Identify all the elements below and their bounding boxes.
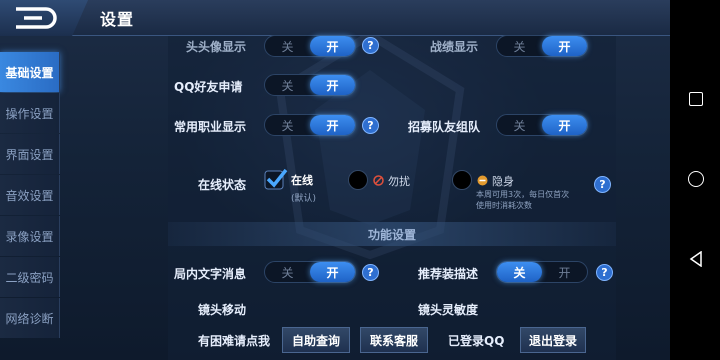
toggle-off-option[interactable]: 关	[265, 36, 310, 56]
setting-label: 招募队友组队	[408, 120, 481, 134]
back-triangle-icon[interactable]	[689, 251, 703, 267]
dnd-radio[interactable]	[348, 170, 368, 190]
toggle-off-option[interactable]: 关	[497, 262, 542, 282]
status-option-online[interactable]: 在线 (默认)	[264, 168, 324, 204]
toggle-off-option[interactable]: 关	[265, 115, 310, 135]
help-prompt-text: 有困难请点我	[198, 334, 271, 348]
invisible-status-icon	[477, 175, 488, 186]
page-title: 设置	[100, 10, 135, 29]
home-icon[interactable]	[688, 171, 704, 187]
section-title-features: 功能设置	[168, 222, 616, 246]
sidebar-item-password[interactable]: 二级密码	[0, 257, 60, 297]
setting-label: 局内文字消息	[174, 267, 247, 281]
do-not-disturb-icon	[373, 175, 384, 186]
invisible-option-label: 隐身	[492, 175, 514, 188]
battle-record-toggle[interactable]: 关 开	[496, 35, 588, 57]
sidebar-item-sound[interactable]: 音效设置	[0, 175, 60, 215]
sidebar-item-controls[interactable]: 操作设置	[0, 93, 60, 133]
toggle-on-option[interactable]: 开	[542, 262, 587, 282]
toggle-on-option[interactable]: 开	[310, 115, 355, 135]
online-default-tag: (默认)	[291, 194, 317, 204]
toggle-on-option[interactable]: 开	[542, 115, 587, 135]
logged-in-text: 已登录QQ	[448, 334, 505, 348]
toggle-on-option[interactable]: 开	[310, 262, 355, 282]
system-nav-bar	[670, 0, 720, 360]
sidebar-item-interface[interactable]: 界面设置	[0, 134, 60, 174]
setting-label: 常用职业显示	[174, 120, 247, 134]
sidebar-item-network[interactable]: 网络诊断	[0, 298, 60, 338]
setting-label: QQ好友申请	[174, 80, 243, 94]
back-button[interactable]	[0, 0, 88, 36]
help-icon[interactable]: ?	[362, 264, 379, 281]
back-arrow-icon	[16, 7, 57, 29]
self-query-button[interactable]: 自助查询	[282, 327, 350, 353]
help-icon[interactable]: ?	[362, 117, 379, 134]
qq-friend-toggle[interactable]: 关 开	[264, 74, 356, 96]
toggle-off-option[interactable]: 关	[265, 75, 310, 95]
setting-label: 战绩显示	[430, 40, 479, 54]
invisible-usage-note: 本周可用3次，每日仅首次使用时消耗次数	[476, 190, 570, 210]
setting-label: 推荐装描述	[418, 267, 479, 281]
contact-service-button[interactable]: 联系客服	[360, 327, 428, 353]
toggle-on-option[interactable]: 开	[310, 36, 355, 56]
sidebar: 基础设置 操作设置 界面设置 音效设置 录像设置 二级密码 网络诊断	[0, 52, 64, 339]
recommend-equip-toggle[interactable]: 关 开	[496, 261, 588, 283]
online-status-label: 在线状态	[198, 178, 247, 192]
common-job-toggle[interactable]: 关 开	[264, 114, 356, 136]
local-text-toggle[interactable]: 关 开	[264, 261, 356, 283]
help-icon[interactable]: ?	[362, 37, 379, 54]
help-icon[interactable]: ?	[596, 264, 613, 281]
recruit-team-toggle[interactable]: 关 开	[496, 114, 588, 136]
check-icon	[264, 168, 288, 190]
help-icon[interactable]: ?	[594, 176, 611, 193]
recent-apps-icon[interactable]	[689, 92, 703, 106]
toggle-off-option[interactable]: 关	[265, 262, 310, 282]
toggle-on-option[interactable]: 开	[310, 75, 355, 95]
sidebar-item-basic[interactable]: 基础设置	[0, 52, 60, 92]
camera-sensitivity-label: 镜头灵敏度	[418, 303, 479, 317]
toggle-off-option[interactable]: 关	[497, 115, 542, 135]
avatar-frame-toggle[interactable]: 关 开	[264, 35, 356, 57]
header-bar: 设置	[0, 0, 670, 36]
sidebar-item-replay[interactable]: 录像设置	[0, 216, 60, 256]
setting-label: 头头像显示	[186, 40, 247, 54]
toggle-on-option[interactable]: 开	[542, 36, 587, 56]
dnd-option-label: 勿扰	[388, 175, 410, 188]
invisible-radio[interactable]	[452, 170, 472, 190]
toggle-off-option[interactable]: 关	[497, 36, 542, 56]
camera-move-label: 镜头移动	[198, 303, 247, 317]
online-option-label: 在线	[291, 174, 313, 187]
logout-button[interactable]: 退出登录	[520, 327, 586, 353]
